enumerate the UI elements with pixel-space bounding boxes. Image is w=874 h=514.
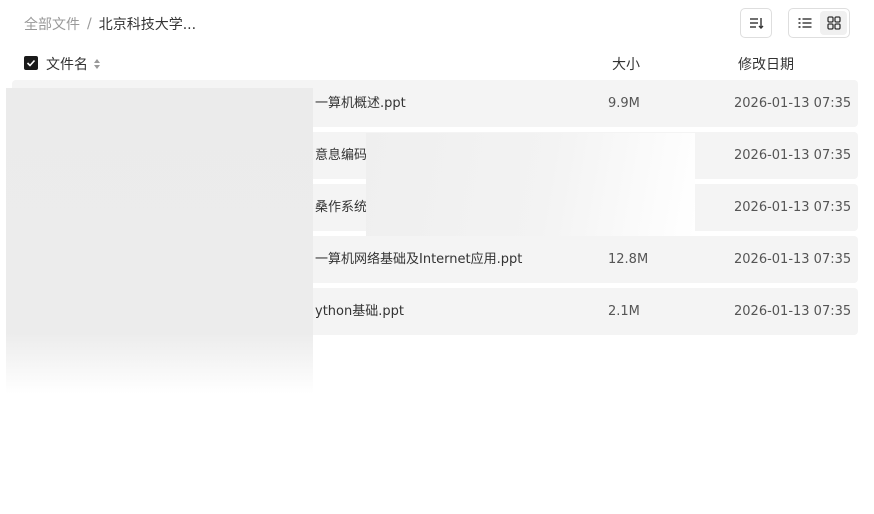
name-column-label: 文件名 <box>46 57 88 73</box>
sort-icon <box>750 18 764 29</box>
file-date: 2026-01-13 07:35 <box>734 96 852 111</box>
grid-view-button[interactable] <box>820 11 847 35</box>
sort-button[interactable] <box>740 8 772 38</box>
list-view-button[interactable] <box>791 11 818 35</box>
list-view-icon <box>798 18 811 28</box>
sort-toggle-icon <box>94 59 100 69</box>
redaction-overlay <box>366 133 695 236</box>
file-name[interactable]: 一算机概述.ppt <box>315 80 406 127</box>
name-column-header[interactable]: 文件名 <box>46 54 101 74</box>
breadcrumb: 全部文件 / 北京科技大学... <box>24 14 196 34</box>
date-column-header[interactable]: 修改日期 <box>738 54 794 74</box>
size-column-header[interactable]: 大小 <box>612 54 640 74</box>
redaction-overlay <box>6 88 313 394</box>
file-table-header: 文件名 大小 修改日期 <box>24 54 874 74</box>
breadcrumb-current: 北京科技大学... <box>98 17 197 33</box>
file-name[interactable]: ython基础.ppt <box>315 288 404 335</box>
file-name[interactable]: 一算机网络基础及Internet应用.ppt <box>315 236 522 283</box>
file-size: 2.1M <box>608 304 640 319</box>
view-toggle <box>788 8 850 38</box>
file-date: 2026-01-13 07:35 <box>734 148 852 163</box>
file-date: 2026-01-13 07:35 <box>734 304 852 319</box>
breadcrumb-root-link[interactable]: 全部文件 <box>24 14 80 34</box>
breadcrumb-separator: / <box>87 16 92 32</box>
select-all-checkbox[interactable] <box>24 56 38 70</box>
file-size: 12.8M <box>608 252 649 267</box>
file-date: 2026-01-13 07:35 <box>734 252 852 267</box>
grid-view-icon <box>826 16 841 30</box>
file-size: 9.9M <box>608 96 640 111</box>
checkmark-icon <box>26 59 36 67</box>
file-date: 2026-01-13 07:35 <box>734 200 852 215</box>
